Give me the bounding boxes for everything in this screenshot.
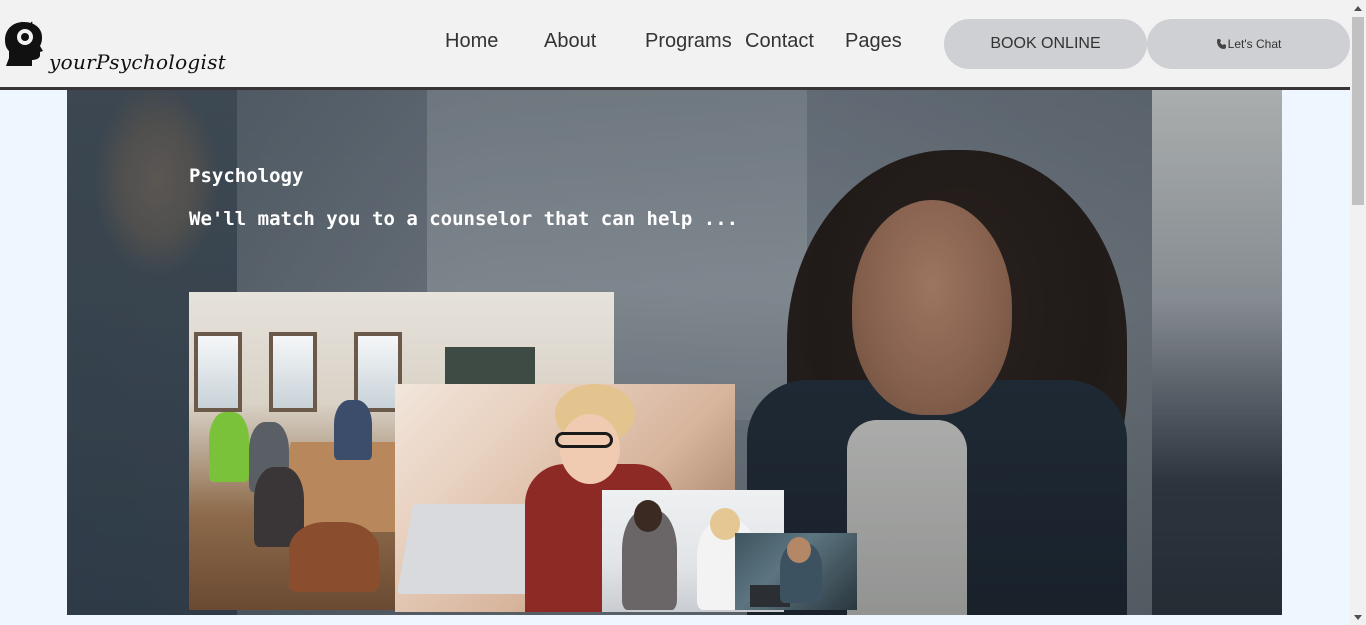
lets-chat-label: Let's Chat <box>1227 37 1282 51</box>
chat-phone-icon <box>1216 39 1226 49</box>
hero-title: We'll match you to a counselor that can … <box>189 208 739 230</box>
nav-about[interactable]: About <box>544 30 596 53</box>
nav-pages[interactable]: Pages <box>845 30 902 53</box>
hero-subtitle: Psychology <box>189 165 304 187</box>
site-header: yourPsychologist Home About Programs Con… <box>0 0 1350 87</box>
brand-name: yourPsychologist <box>49 50 227 74</box>
nav-programs[interactable]: Programs <box>645 30 732 53</box>
page-scrollbar[interactable] <box>1350 0 1366 625</box>
book-online-label: BOOK ONLINE <box>990 35 1101 52</box>
hero-section: Psychology We'll match you to a counselo… <box>67 90 1282 615</box>
lets-chat-button[interactable]: Let's Chat <box>1147 19 1350 69</box>
brand-logo[interactable]: yourPsychologist <box>0 14 226 84</box>
scroll-down-arrow-icon[interactable] <box>1350 609 1366 625</box>
scroll-thumb[interactable] <box>1352 17 1364 205</box>
scroll-up-arrow-icon[interactable] <box>1350 0 1366 16</box>
head-silhouette-icon <box>5 21 43 66</box>
nav-home[interactable]: Home <box>445 30 498 53</box>
book-online-button[interactable]: BOOK ONLINE <box>944 19 1147 69</box>
nav-contact[interactable]: Contact <box>745 30 814 53</box>
stressed-man-photo <box>735 533 857 610</box>
